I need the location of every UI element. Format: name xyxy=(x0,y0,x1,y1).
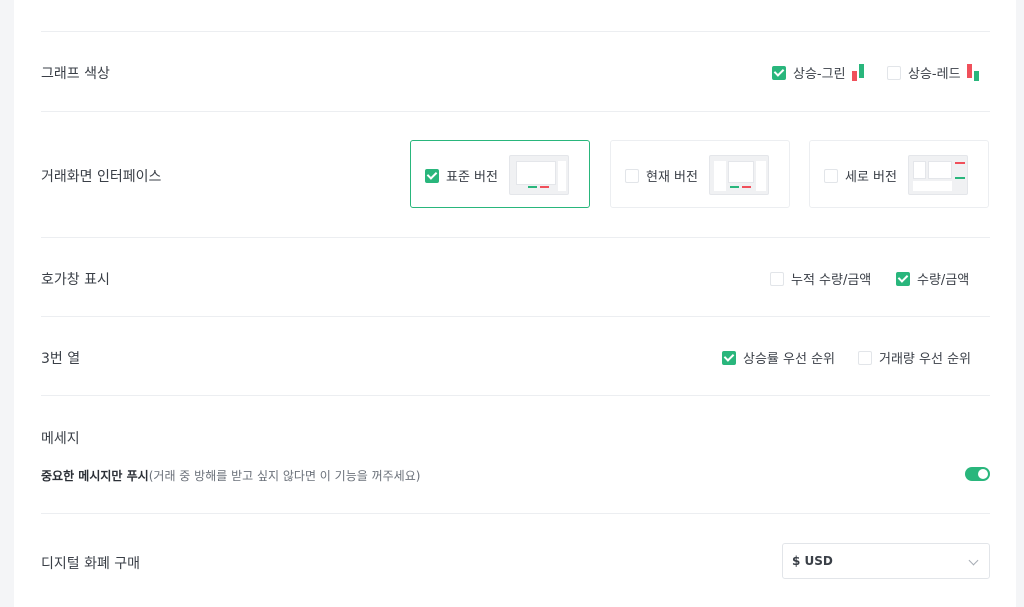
option-label: 누적 수량/금액 xyxy=(791,273,872,288)
trade-interface-label: 거래화면 인터페이스 xyxy=(41,169,162,185)
layout-card-vertical[interactable]: 세로 버전 xyxy=(809,140,989,208)
divider xyxy=(41,395,990,396)
digital-currency-label: 디지털 화폐 구매 xyxy=(41,556,141,572)
option-label: 현재 버전 xyxy=(646,170,698,185)
divider xyxy=(41,316,990,317)
orderbook-amount-option[interactable]: 수량/금액 xyxy=(896,269,969,288)
orderbook-label: 호가창 표시 xyxy=(41,272,110,288)
graph-color-red-option[interactable]: 상승-레드 xyxy=(887,63,979,82)
option-label: 상승률 우선 순위 xyxy=(743,352,835,367)
important-message-description: (거래 중 방해를 받고 싶지 않다면 이 기능을 꺼주세요) xyxy=(148,469,421,483)
graph-color-label: 그래프 색상 xyxy=(41,66,110,82)
checkbox-unchecked[interactable] xyxy=(858,350,872,365)
important-message-setting: 중요한 메시지만 푸시(거래 중 방해를 받고 싶지 않다면 이 기능을 꺼주세… xyxy=(41,467,420,484)
divider xyxy=(41,111,990,112)
divider xyxy=(41,513,990,514)
checkbox-unchecked[interactable] xyxy=(824,168,838,183)
option-label: 상승-레드 xyxy=(908,67,961,82)
option-label: 수량/금액 xyxy=(917,273,970,288)
checkbox-unchecked[interactable] xyxy=(625,168,639,183)
checkbox-unchecked[interactable] xyxy=(887,65,901,80)
option-label: 상승-그린 xyxy=(793,67,846,82)
candle-red-up-icon xyxy=(966,63,979,81)
orderbook-cumulative-option[interactable]: 누적 수량/금액 xyxy=(770,269,871,288)
divider xyxy=(41,237,990,238)
chevron-down-icon xyxy=(968,555,979,566)
checkbox-unchecked[interactable] xyxy=(770,271,784,286)
option-label: 표준 버전 xyxy=(446,170,498,185)
volume-priority-option[interactable]: 거래량 우선 순위 xyxy=(858,348,971,367)
third-column-label: 3번 열 xyxy=(41,351,81,367)
layout-card-standard[interactable]: 표준 버전 xyxy=(410,140,590,208)
message-label: 메세지 xyxy=(41,431,80,447)
currency-selected-value: $ USD xyxy=(792,554,833,568)
checkbox-checked[interactable] xyxy=(772,65,786,80)
candle-green-up-icon xyxy=(851,63,864,81)
important-message-title: 중요한 메시지만 푸시 xyxy=(41,469,149,483)
checkbox-checked[interactable] xyxy=(425,168,439,183)
divider xyxy=(41,31,990,32)
current-layout-preview-icon xyxy=(709,155,769,195)
layout-card-current[interactable]: 현재 버전 xyxy=(610,140,790,208)
important-message-toggle[interactable] xyxy=(965,467,990,481)
settings-panel xyxy=(14,0,1016,607)
checkbox-checked[interactable] xyxy=(722,350,736,365)
graph-color-green-option[interactable]: 상승-그린 xyxy=(772,63,864,82)
standard-layout-preview-icon xyxy=(509,155,569,195)
currency-select[interactable]: $ USD xyxy=(782,543,990,579)
option-label: 세로 버전 xyxy=(845,170,897,185)
option-label: 거래량 우선 순위 xyxy=(879,352,971,367)
rise-rate-priority-option[interactable]: 상승률 우선 순위 xyxy=(722,348,835,367)
checkbox-checked[interactable] xyxy=(896,271,910,286)
vertical-layout-preview-icon xyxy=(908,155,968,195)
